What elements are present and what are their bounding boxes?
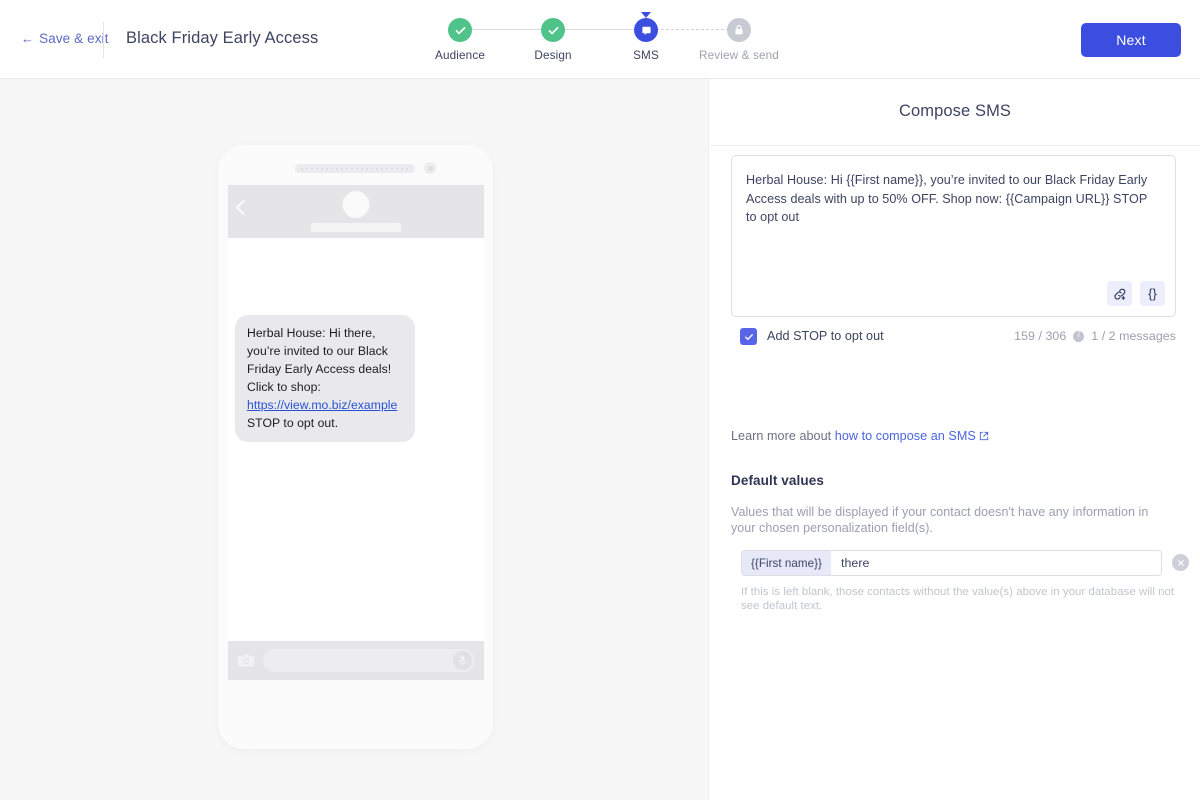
preview-message-link[interactable]: https://view.mo.biz/example	[247, 398, 397, 412]
lock-icon	[727, 18, 751, 42]
camera-icon[interactable]	[237, 653, 255, 668]
sms-step-icon	[634, 18, 658, 42]
add-stop-checkbox-label: Add STOP to opt out	[767, 329, 884, 343]
page-title: Compose SMS	[898, 102, 1012, 120]
default-values-title: Default values	[731, 473, 824, 488]
speaker-dots	[301, 167, 409, 170]
info-icon[interactable]	[1073, 330, 1085, 342]
microphone-icon[interactable]	[453, 651, 472, 670]
composer-toolbar: {}	[1107, 281, 1165, 306]
add-stop-checkbox[interactable]	[740, 328, 757, 345]
phone-chat-body: Herbal House: Hi there, you’re invited t…	[228, 238, 484, 641]
panel-divider	[710, 145, 1200, 146]
design-step-icon	[541, 18, 565, 42]
stepper-connector-3	[646, 29, 739, 30]
preview-message-bubble: Herbal House: Hi there, you’re invited t…	[235, 315, 415, 442]
preview-message-suffix: STOP to opt out.	[247, 416, 339, 430]
stepper-step-review-and-send[interactable]: Review & send	[679, 18, 799, 62]
progress-stepper: Audience Design SMS Review & send	[400, 12, 800, 66]
stepper-connector-1	[460, 29, 553, 30]
contact-name-placeholder	[311, 223, 401, 232]
save-and-exit-button[interactable]: ← Save & exit	[21, 31, 109, 46]
external-link-icon	[979, 430, 989, 441]
review-and-send-step-label: Review & send	[699, 49, 779, 62]
sms-step-label: SMS	[633, 49, 659, 62]
sms-composer[interactable]: Herbal House: Hi {{First name}}, you’re …	[731, 155, 1176, 317]
preview-message-prefix: Herbal House: Hi there, you’re invited t…	[247, 326, 392, 394]
message-count: 1 / 2 messages	[1091, 329, 1176, 343]
insert-link-icon[interactable]	[1107, 281, 1132, 306]
top-bar: ← Save & exit Black Friday Early Access …	[0, 0, 1200, 79]
remove-default-value-button[interactable]	[1172, 554, 1189, 571]
phone-speaker-grille	[295, 164, 415, 173]
composer-counters: 159 / 306 1 / 2 messages	[1014, 329, 1176, 343]
audience-step-icon	[448, 18, 472, 42]
merge-tag-icon[interactable]: {}	[1140, 281, 1165, 306]
character-count: 159 / 306	[1014, 329, 1067, 343]
phone-input-bar	[228, 641, 484, 680]
default-values-description: Values that will be displayed if your co…	[731, 505, 1149, 535]
phone-chat-header	[228, 185, 484, 238]
default-values-help-text: If this is left blank, those contacts wi…	[741, 586, 1175, 612]
save-and-exit-label: Save & exit	[39, 31, 109, 46]
how-to-compose-sms-link[interactable]: how to compose an SMS	[835, 429, 976, 443]
avatar	[342, 191, 370, 218]
stepper-connector-2	[553, 29, 646, 30]
default-value-row[interactable]: {{First name}}	[741, 550, 1162, 576]
back-arrow-icon: ←	[21, 31, 35, 46]
audience-step-label: Audience	[435, 49, 485, 62]
compose-panel: Compose SMS Herbal House: Hi {{First nam…	[710, 79, 1200, 800]
phone-preview: Herbal House: Hi there, you’re invited t…	[218, 145, 493, 749]
header-divider	[103, 22, 104, 58]
sms-composer-input[interactable]: Herbal House: Hi {{First name}}, you’re …	[746, 171, 1161, 227]
personalization-tag: {{First name}}	[742, 551, 831, 575]
next-button[interactable]: Next	[1081, 23, 1181, 57]
learn-more-row: Learn more about how to compose an SMS	[731, 429, 989, 443]
campaign-title: Black Friday Early Access	[126, 29, 319, 47]
preview-panel: Herbal House: Hi there, you’re invited t…	[0, 79, 709, 800]
back-chevron-icon	[235, 199, 252, 216]
default-value-input[interactable]	[830, 551, 1161, 575]
design-step-label: Design	[534, 49, 572, 62]
phone-message-input[interactable]	[263, 649, 475, 672]
composer-meta-row: Add STOP to opt out 159 / 306 1 / 2 mess…	[731, 327, 1176, 347]
learn-more-prefix: Learn more about	[731, 429, 832, 443]
phone-front-camera-icon	[424, 162, 436, 174]
